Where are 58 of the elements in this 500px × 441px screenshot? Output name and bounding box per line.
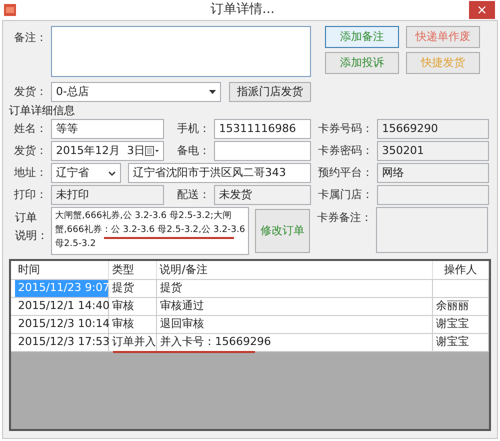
table-cell: 审核通过 (156, 298, 434, 315)
field-label: 姓名： (13, 120, 48, 137)
table-cell: 余丽丽 (433, 298, 489, 315)
app-icon (4, 4, 16, 16)
field-label: 卡属门店： (317, 186, 374, 203)
field-label: 发货： (13, 84, 48, 100)
field-label: 地址： (13, 164, 48, 181)
field-label: 订单 (15, 210, 38, 226)
close-button[interactable]: × (469, 1, 495, 19)
date-picker[interactable]: 2015年12月 3日 (51, 141, 164, 161)
field-label: 卡券密码： (317, 142, 374, 159)
table-cell: 谢宝宝 (433, 316, 489, 333)
text-field[interactable] (377, 185, 489, 205)
table-cell: 提货 (109, 280, 157, 297)
province-dropdown[interactable]: 辽宁省 (51, 163, 121, 183)
text-field[interactable]: 350201 (377, 141, 489, 161)
window-title: 订单详情... (210, 1, 275, 20)
table-cell: 2015/12/3 10:14 (15, 316, 109, 333)
store-dropdown[interactable]: 0-总店 (51, 82, 221, 102)
assign-store-button[interactable]: 指派门店发货 (229, 82, 311, 102)
text-field[interactable] (214, 141, 311, 161)
edit-order-button[interactable]: 修改订单 (255, 209, 310, 253)
text-field[interactable]: 等等 (51, 119, 164, 139)
field-label: 打印： (13, 186, 48, 203)
field-label: 配送： (176, 186, 211, 203)
text-field[interactable]: 未打印 (51, 185, 164, 205)
column-header[interactable]: 时间 (15, 261, 109, 279)
table-cell: 审核 (109, 298, 157, 315)
column-header[interactable]: 说明/备注 (156, 261, 434, 279)
field-label: 发货： (13, 142, 48, 159)
remark-field[interactable] (51, 26, 311, 77)
text-field[interactable]: 未发货 (214, 185, 311, 205)
table-cell: 2015/12/3 17:53 (15, 334, 109, 351)
table-cell: 谢宝宝 (433, 334, 489, 351)
table-cell: 2015/12/1 14:40 (15, 298, 109, 315)
field-label: 手机： (176, 120, 211, 137)
text-field[interactable]: 15311116986 (214, 119, 311, 139)
field-label: 备电： (176, 142, 211, 159)
table-cell: 提货 (156, 280, 434, 297)
field-label: 说明： (15, 228, 49, 244)
card-note-field[interactable] (376, 207, 488, 253)
action-button[interactable]: 添加备注 (325, 26, 399, 48)
field-label: 卡券备注： (316, 210, 373, 226)
field-label: 备注： (13, 30, 48, 46)
text-field[interactable]: 辽宁省沈阳市于洪区风二哥343 (128, 163, 311, 183)
action-button[interactable]: 添加投诉 (325, 52, 399, 74)
text-field[interactable]: 15669290 (377, 119, 489, 139)
text-field[interactable]: 网络 (377, 163, 489, 183)
field-label: 卡券号码： (317, 120, 374, 137)
chevron-down-icon (108, 170, 116, 176)
table-cell: 审核 (109, 316, 157, 333)
column-header[interactable]: 操作人 (433, 261, 489, 279)
calendar-icon (145, 146, 159, 156)
table-cell: 退回审核 (156, 316, 434, 333)
section-title: 订单详细信息 (9, 104, 76, 118)
dropdown-caret-icon (209, 90, 216, 94)
column-header[interactable]: 类型 (108, 261, 157, 279)
field-label: 预约平台： (317, 164, 374, 181)
